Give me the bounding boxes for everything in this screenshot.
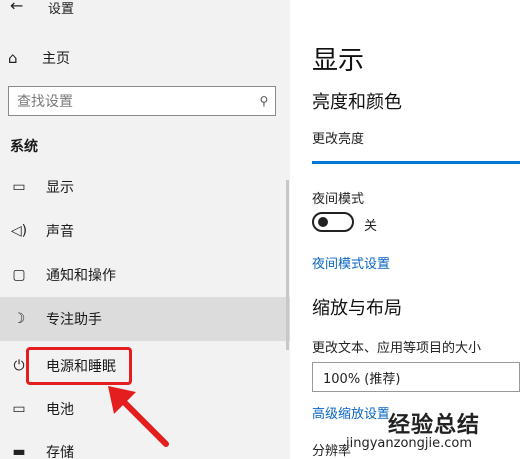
sidebar-item-label: 专注助手 bbox=[46, 312, 102, 328]
sidebar-item-home[interactable]: ⌂ 主页 bbox=[8, 46, 278, 70]
speaker-icon: ◁) bbox=[10, 223, 28, 239]
sidebar-item-label: 存储 bbox=[46, 445, 74, 459]
sidebar-item-label: 电池 bbox=[46, 402, 74, 418]
night-mode-label: 夜间模式 bbox=[312, 192, 365, 207]
sidebar-item-label: 声音 bbox=[46, 224, 74, 240]
night-mode-toggle[interactable] bbox=[312, 212, 354, 232]
sidebar-group-label: 系统 bbox=[10, 139, 38, 155]
night-mode-state: 关 bbox=[364, 219, 378, 234]
sidebar-item-label: 主页 bbox=[42, 51, 70, 67]
arrow-left-icon[interactable]: ← bbox=[10, 0, 23, 15]
page-title: 显示 bbox=[312, 46, 365, 76]
sidebar-scrollbar[interactable] bbox=[286, 180, 289, 350]
search-placeholder: 查找设置 bbox=[17, 94, 73, 110]
search-input[interactable]: 查找设置 ⚲ bbox=[8, 86, 276, 116]
watermark-url: jingyanzongjie.com bbox=[346, 436, 473, 451]
annotation-arrow bbox=[108, 386, 169, 447]
app-title: 设置 bbox=[48, 2, 75, 17]
section-heading-scale: 缩放与布局 bbox=[312, 298, 402, 319]
battery-icon: ▭ bbox=[12, 401, 26, 417]
brightness-label: 更改亮度 bbox=[312, 132, 365, 147]
moon-icon: ☽ bbox=[12, 311, 26, 327]
sidebar-item-notifications[interactable]: ▢ 通知和操作 bbox=[0, 253, 290, 297]
sidebar-item-label: 显示 bbox=[46, 180, 74, 196]
sidebar-item-display[interactable]: ▭ 显示 bbox=[0, 165, 290, 209]
notification-icon: ▢ bbox=[12, 267, 26, 283]
monitor-icon: ▭ bbox=[12, 179, 26, 195]
sidebar-item-focus-assist[interactable]: ☽ 专注助手 bbox=[0, 297, 290, 341]
section-heading-brightness: 亮度和颜色 bbox=[312, 92, 402, 113]
toggle-knob bbox=[318, 217, 328, 227]
title-bar: ← 设置 bbox=[0, 0, 290, 18]
sidebar-item-sound[interactable]: ◁) 声音 bbox=[0, 209, 290, 253]
scale-value: 100% (推荐) bbox=[323, 371, 401, 387]
scale-dropdown[interactable]: 100% (推荐) bbox=[312, 362, 520, 392]
advanced-scaling-link[interactable]: 高级缩放设置 bbox=[312, 403, 390, 422]
watermark-title: 经验总结 bbox=[388, 407, 481, 439]
storage-icon: ▬ bbox=[12, 444, 26, 459]
home-icon: ⌂ bbox=[8, 49, 18, 67]
night-mode-settings-link[interactable]: 夜间模式设置 bbox=[312, 253, 390, 272]
scale-label: 更改文本、应用等项目的大小 bbox=[312, 341, 482, 356]
sidebar-item-label: 通知和操作 bbox=[46, 268, 116, 284]
search-icon[interactable]: ⚲ bbox=[253, 94, 275, 108]
display-settings-panel: 显示 亮度和颜色 更改亮度 夜间模式 关 夜间模式设置 缩放与布局 更改文本、应… bbox=[290, 0, 520, 459]
brightness-slider[interactable] bbox=[312, 161, 520, 164]
